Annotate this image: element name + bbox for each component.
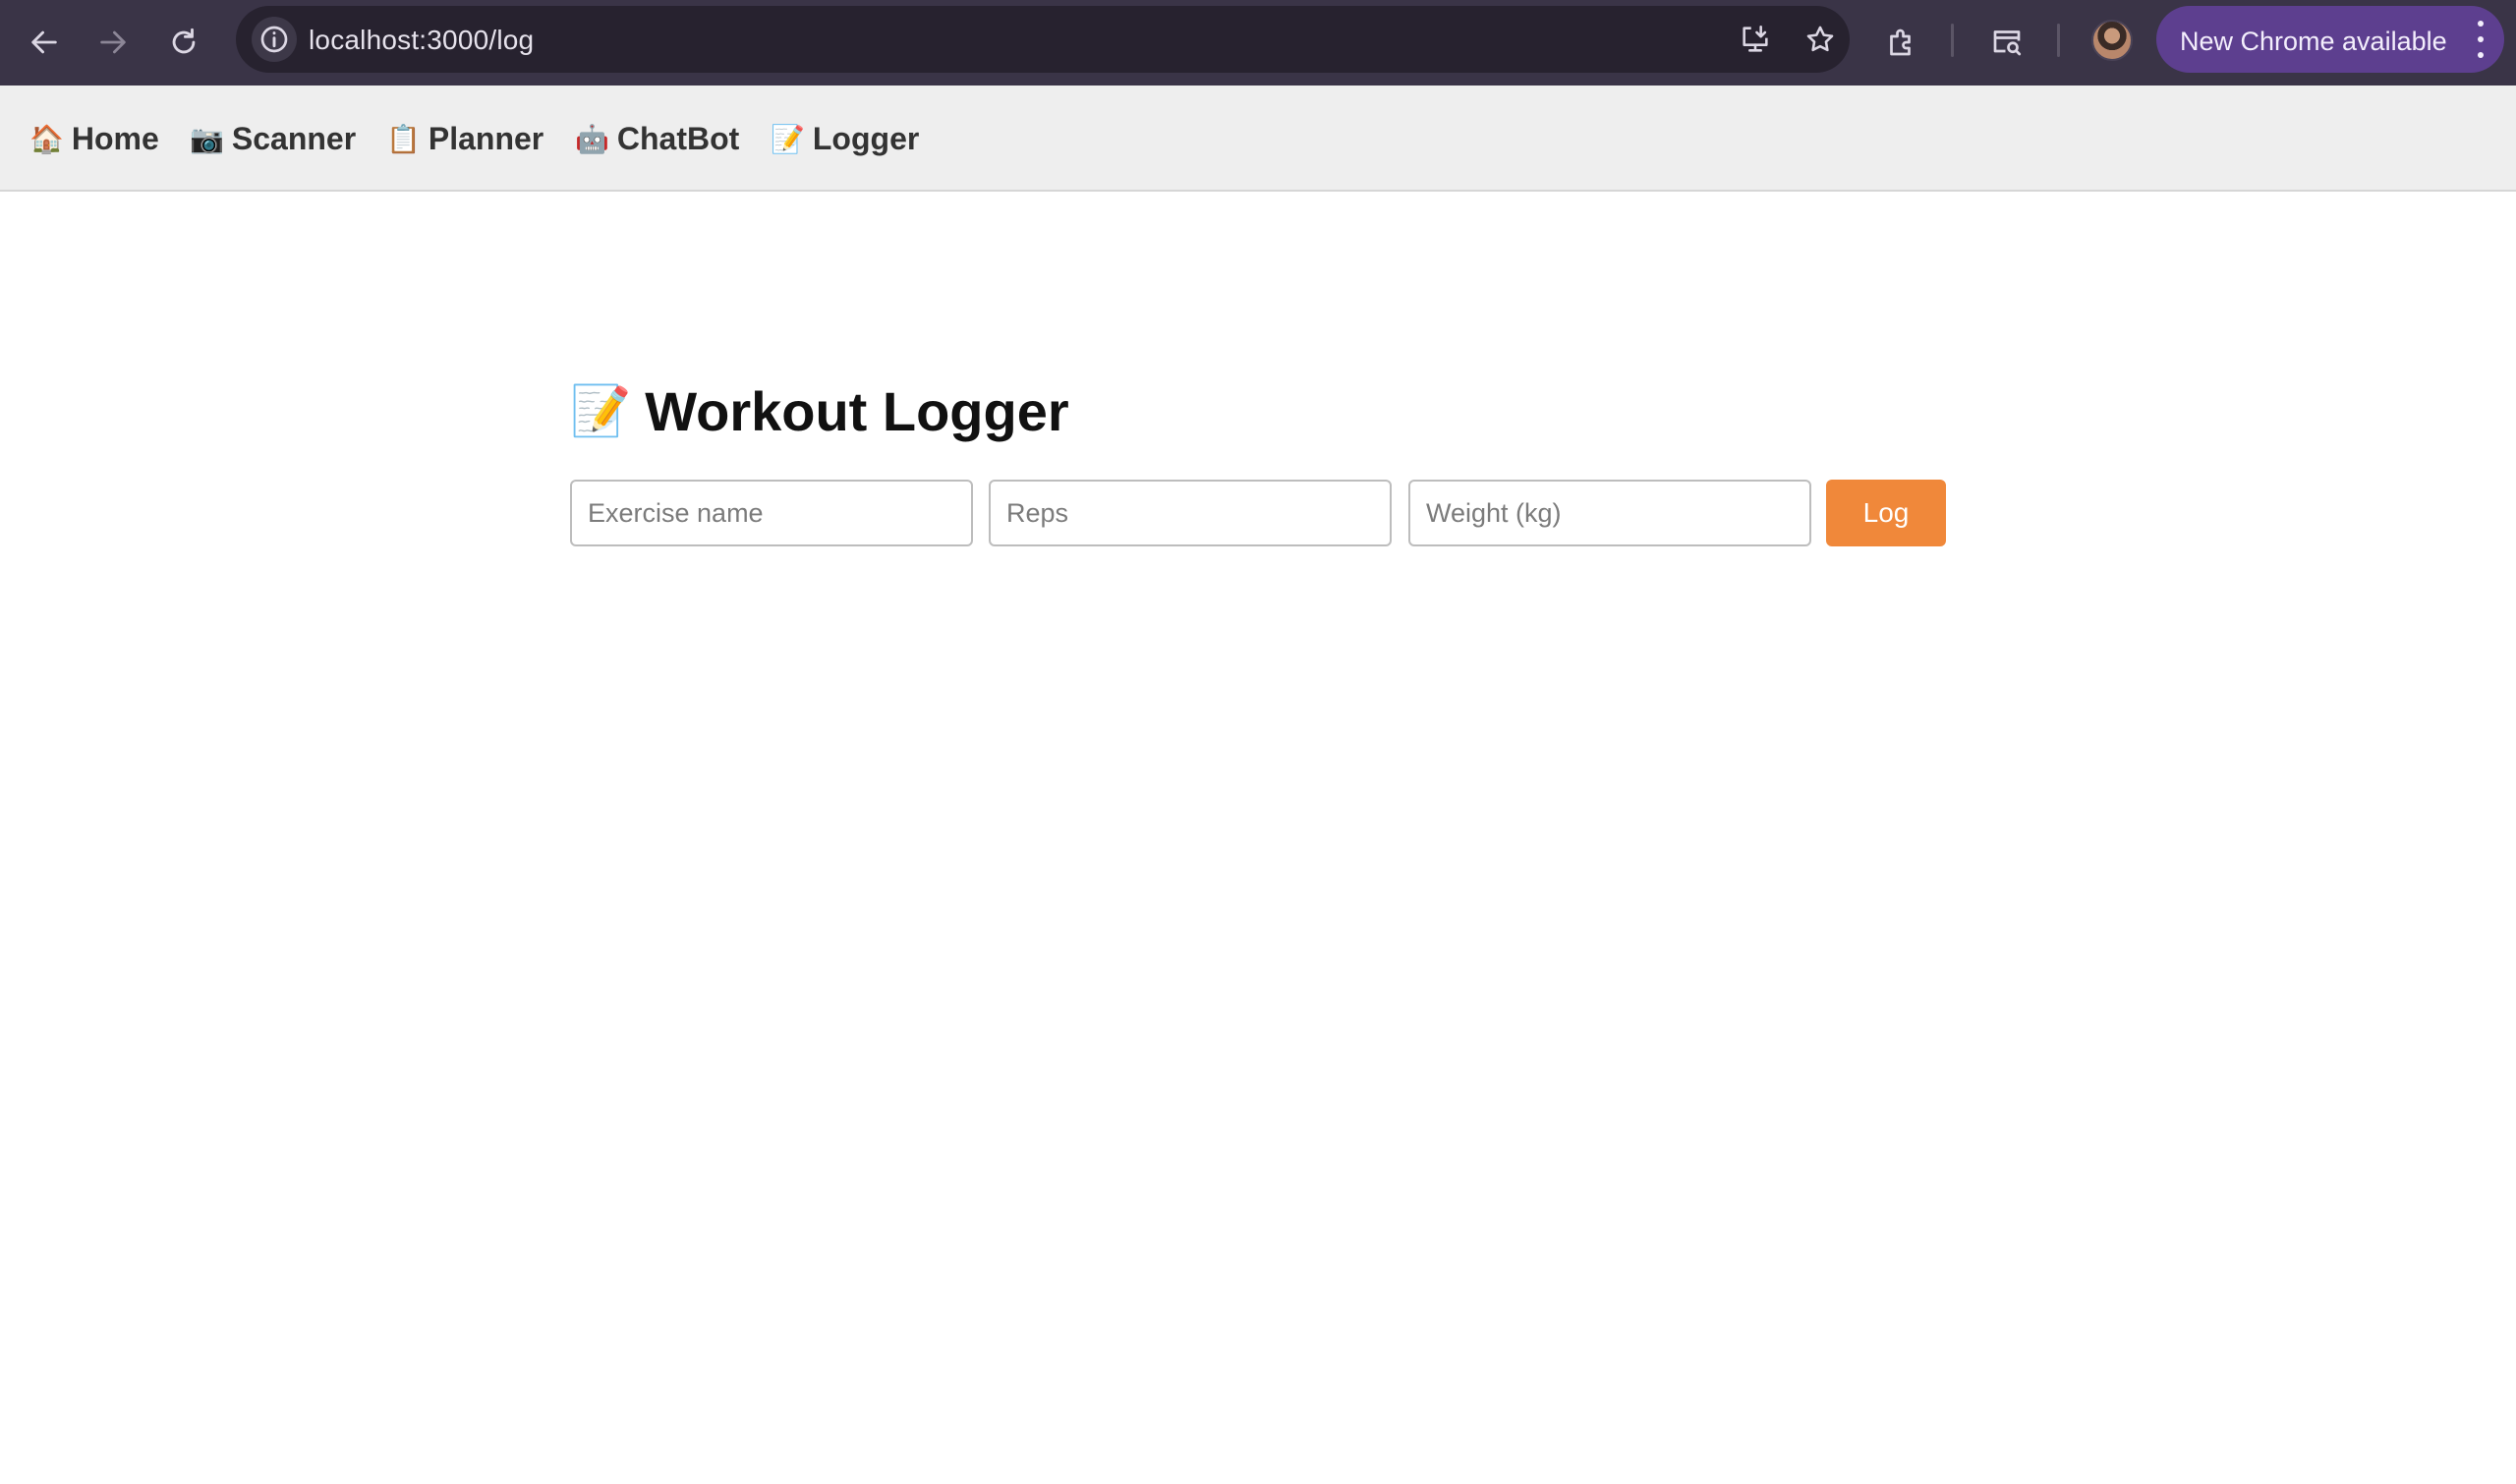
exercise-name-input[interactable] bbox=[570, 480, 973, 546]
extensions-button[interactable] bbox=[1877, 18, 1926, 67]
robot-icon: 🤖 bbox=[575, 123, 609, 154]
chrome-update-button[interactable]: New Chrome available bbox=[2156, 6, 2504, 73]
nav-chatbot-link[interactable]: 🤖 ChatBot bbox=[575, 117, 739, 160]
reps-input[interactable] bbox=[989, 480, 1392, 546]
reload-icon bbox=[172, 28, 196, 54]
kebab-menu-icon[interactable] bbox=[2475, 21, 2487, 58]
nav-home-label: Home bbox=[71, 120, 159, 156]
arrow-left-icon bbox=[31, 30, 57, 54]
puzzle-icon bbox=[1890, 29, 1911, 56]
clipboard-icon: 📋 bbox=[386, 123, 421, 154]
nav-scanner-link[interactable]: 📷 Scanner bbox=[190, 117, 356, 160]
browser-toolbar: localhost:3000/log New Chrome available bbox=[0, 0, 2516, 86]
nav-planner-link[interactable]: 📋 Planner bbox=[386, 117, 543, 160]
nav-logger-label: Logger bbox=[812, 120, 920, 156]
nav-chatbot-label: ChatBot bbox=[616, 120, 740, 156]
forward-button[interactable] bbox=[85, 14, 142, 71]
site-info-button[interactable] bbox=[252, 17, 297, 62]
address-bar[interactable]: localhost:3000/log bbox=[236, 6, 1850, 73]
memo-icon: 📝 bbox=[771, 123, 805, 154]
nav-scanner-label: Scanner bbox=[231, 120, 357, 156]
arrow-right-icon bbox=[100, 30, 126, 54]
search-tab-icon bbox=[1993, 30, 2022, 56]
toolbar-divider bbox=[2057, 24, 2060, 57]
install-app-button[interactable] bbox=[1736, 20, 1775, 59]
log-button[interactable]: Log bbox=[1826, 480, 1946, 546]
app-nav-bar: 🏠 Home 📷 Scanner 📋 Planner 🤖 ChatBot 📝 L… bbox=[0, 86, 2516, 192]
nav-planner-label: Planner bbox=[428, 120, 544, 156]
nav-logger-link[interactable]: 📝 Logger bbox=[771, 117, 919, 160]
bookmark-button[interactable] bbox=[1801, 20, 1840, 59]
weight-input[interactable] bbox=[1408, 480, 1811, 546]
install-app-icon bbox=[1743, 25, 1768, 52]
nav-home-link[interactable]: 🏠 Home bbox=[29, 117, 159, 160]
reload-button[interactable] bbox=[155, 14, 212, 71]
search-tab-button[interactable] bbox=[1982, 18, 2031, 67]
back-button[interactable] bbox=[16, 14, 73, 71]
url-text[interactable]: localhost:3000/log bbox=[309, 25, 534, 56]
toolbar-divider bbox=[1951, 24, 1954, 57]
update-label: New Chrome available bbox=[2180, 27, 2447, 56]
page-title-text: Workout Logger bbox=[645, 379, 1069, 442]
page-title: 📝 Workout Logger bbox=[570, 379, 1069, 442]
info-icon bbox=[260, 26, 288, 53]
memo-icon: 📝 bbox=[570, 382, 632, 438]
camera-icon: 📷 bbox=[190, 123, 224, 154]
profile-avatar[interactable] bbox=[2091, 20, 2133, 61]
house-icon: 🏠 bbox=[29, 123, 64, 154]
star-icon bbox=[1806, 26, 1834, 52]
